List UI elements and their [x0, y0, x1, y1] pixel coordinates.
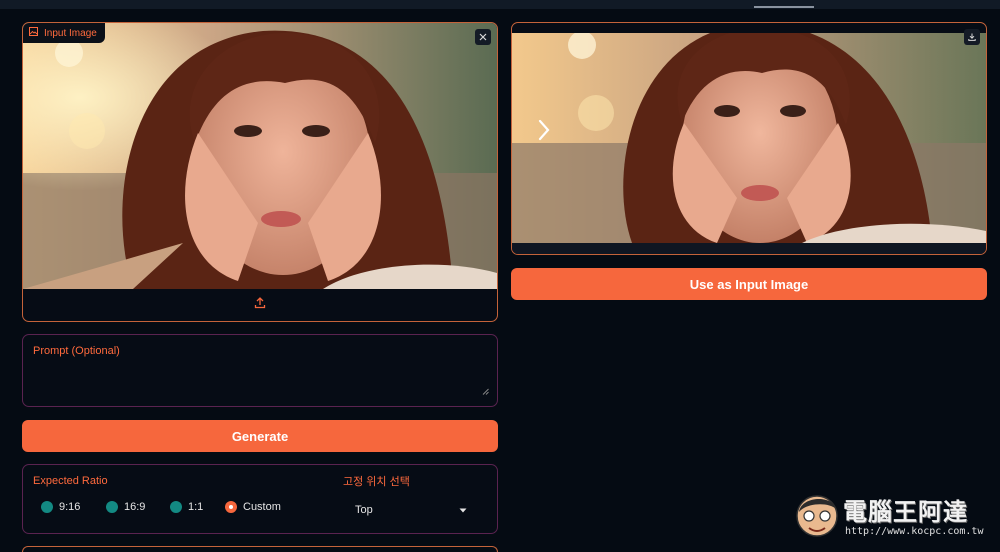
next-image-button[interactable]	[537, 118, 551, 147]
download-button[interactable]	[964, 29, 980, 45]
input-image	[23, 23, 497, 289]
ratio-option-label: Custom	[243, 501, 281, 513]
ratio-panel: Expected Ratio 고정 위치 선택 9:16 16:9 1:1 Cu…	[22, 464, 498, 534]
ratio-option-label: 1:1	[188, 501, 204, 513]
upload-icon	[254, 296, 266, 314]
active-tab-indicator	[754, 6, 814, 8]
input-image-badge: Input Image	[23, 23, 105, 43]
watermark-logo: 電腦王阿達 http://www.kocpc.com.tw	[793, 488, 993, 544]
caret-down-icon	[459, 504, 467, 516]
ratio-option-label: 9:16	[59, 501, 81, 513]
generate-button[interactable]: Generate	[22, 420, 498, 452]
use-as-input-button[interactable]: Use as Input Image	[511, 268, 987, 300]
chevron-right-icon	[537, 119, 551, 146]
output-image-panel	[511, 22, 987, 255]
ratio-option-16-9[interactable]: 16:9	[106, 501, 145, 513]
prompt-input[interactable]	[31, 363, 489, 401]
input-image-label: Input Image	[44, 27, 97, 39]
fixed-position-value: Top	[355, 504, 373, 516]
ratio-option-label: 16:9	[124, 501, 146, 513]
upload-button[interactable]	[23, 289, 497, 321]
output-footer-bar	[512, 243, 986, 254]
output-image	[512, 33, 986, 243]
watermark-name: 電腦王阿達	[843, 498, 968, 526]
top-bar	[0, 0, 1000, 9]
watermark-url: http://www.kocpc.com.tw	[845, 526, 984, 537]
radio-button[interactable]	[170, 501, 182, 513]
radio-button[interactable]	[106, 501, 118, 513]
ratio-option-custom[interactable]: Custom	[225, 501, 281, 513]
expected-ratio-label: Expected Ratio	[33, 475, 108, 487]
image-icon	[29, 27, 38, 39]
prompt-panel: Prompt (Optional)	[22, 334, 498, 407]
mascot-icon	[796, 495, 838, 537]
download-icon	[968, 28, 976, 46]
prompt-label: Prompt (Optional)	[33, 345, 120, 357]
resize-grip-icon[interactable]	[482, 382, 489, 400]
radio-button-selected[interactable]	[225, 501, 237, 513]
close-icon	[479, 28, 487, 46]
ratio-option-9-16[interactable]: 9:16	[41, 501, 80, 513]
input-image-panel[interactable]: Input Image	[22, 22, 498, 322]
radio-button[interactable]	[41, 501, 53, 513]
fixed-position-select[interactable]: Top	[345, 499, 475, 521]
clear-image-button[interactable]	[475, 29, 491, 45]
fixed-position-label: 고정 위치 선택	[343, 476, 410, 488]
next-section-edge	[22, 546, 498, 552]
ratio-option-1-1[interactable]: 1:1	[170, 501, 203, 513]
